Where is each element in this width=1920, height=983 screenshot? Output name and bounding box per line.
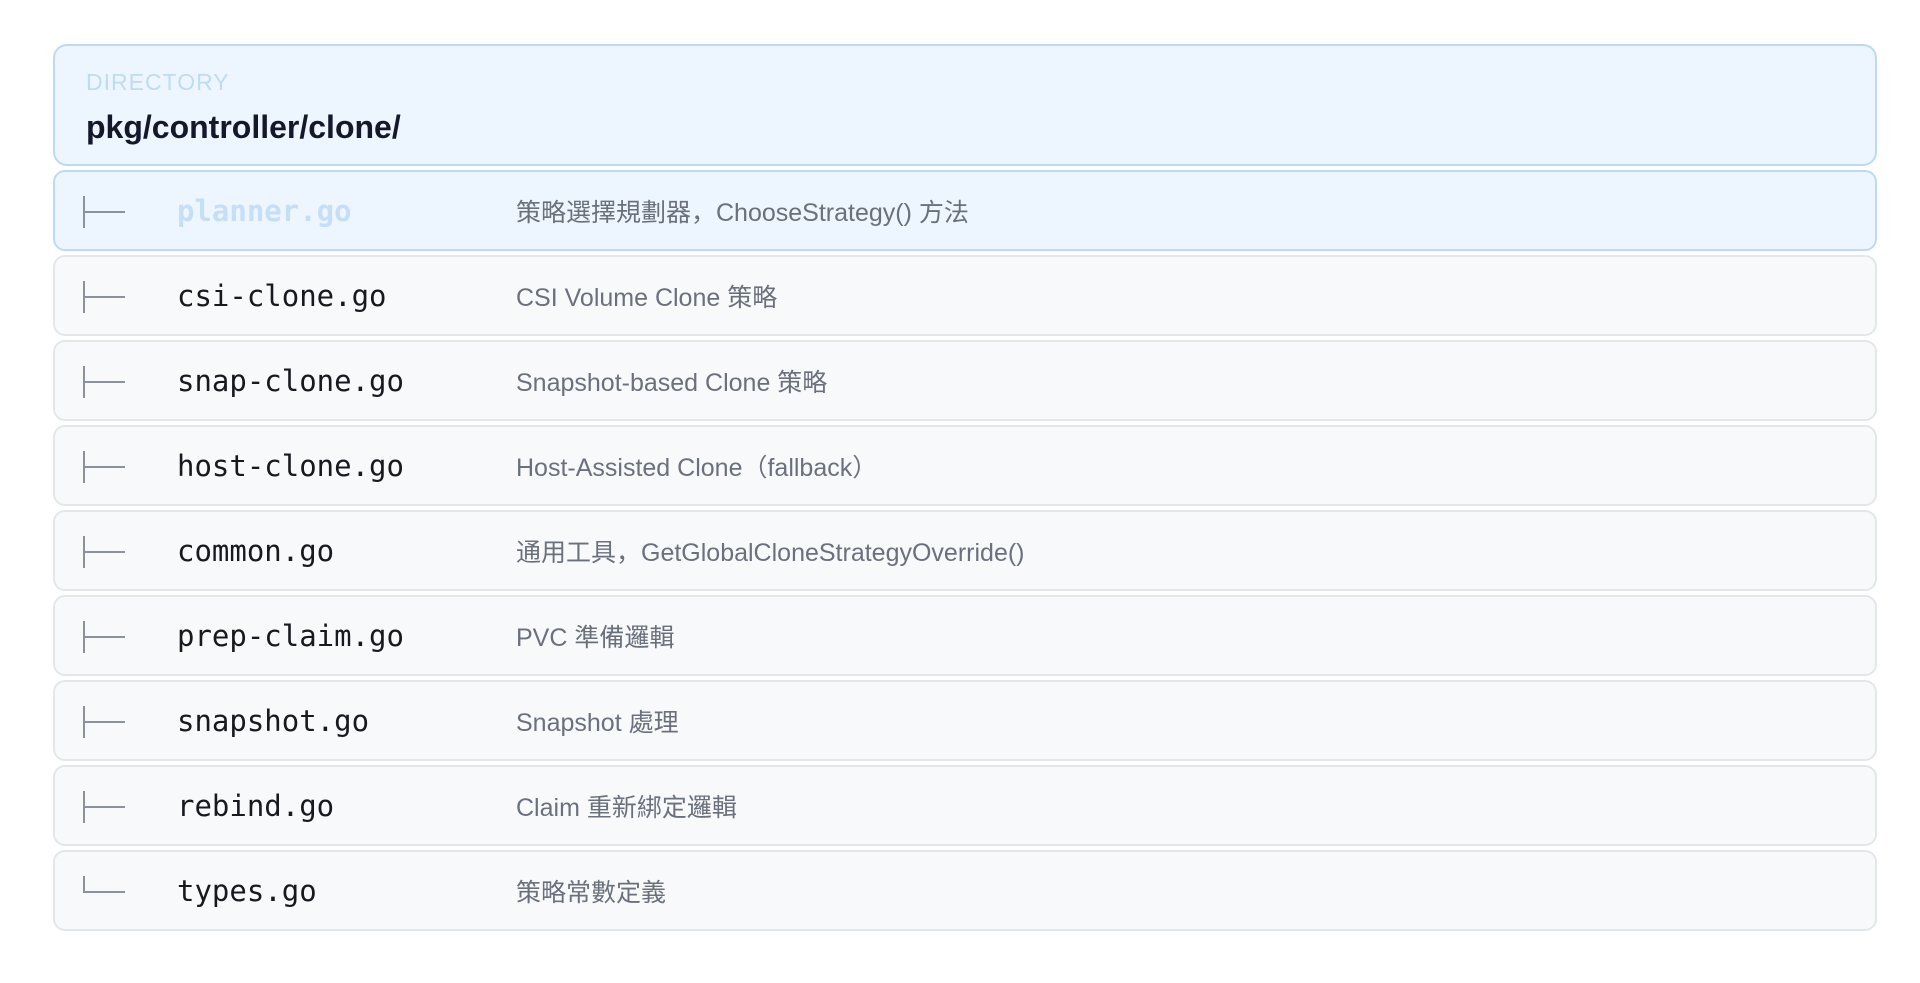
- tree-branch-icon: [83, 366, 125, 398]
- file-tree-panel: DIRECTORY pkg/controller/clone/ planner.…: [53, 44, 1877, 935]
- file-row-prep-claim[interactable]: prep-claim.go PVC 準備邏輯: [53, 595, 1877, 676]
- file-name: snap-clone.go: [177, 363, 404, 398]
- file-name: snapshot.go: [177, 703, 370, 738]
- file-row-planner[interactable]: planner.go 策略選擇規劃器，ChooseStrategy() 方法: [53, 170, 1877, 251]
- file-row-common[interactable]: common.go 通用工具，GetGlobalCloneStrategyOve…: [53, 510, 1877, 591]
- file-list: planner.go 策略選擇規劃器，ChooseStrategy() 方法 c…: [53, 170, 1877, 931]
- file-row-host-clone[interactable]: host-clone.go Host-Assisted Clone（fallba…: [53, 425, 1877, 506]
- directory-label: DIRECTORY: [86, 69, 230, 95]
- tree-branch-icon: [83, 706, 125, 738]
- directory-path: pkg/controller/clone/: [86, 109, 401, 145]
- file-name: host-clone.go: [177, 448, 404, 483]
- file-name: types.go: [177, 873, 317, 908]
- file-description: PVC 準備邏輯: [516, 623, 675, 652]
- file-description: 策略選擇規劃器，ChooseStrategy() 方法: [516, 198, 969, 227]
- tree-branch-icon: [83, 451, 125, 483]
- tree-branch-icon: [83, 536, 125, 568]
- file-row-types[interactable]: types.go 策略常數定義: [53, 850, 1877, 931]
- file-name: rebind.go: [177, 788, 335, 823]
- file-name: planner.go: [177, 193, 352, 228]
- file-description: CSI Volume Clone 策略: [516, 283, 778, 312]
- file-description: Snapshot 處理: [516, 708, 679, 737]
- directory-header: DIRECTORY pkg/controller/clone/: [53, 44, 1877, 166]
- file-row-snapshot[interactable]: snapshot.go Snapshot 處理: [53, 680, 1877, 761]
- file-name: csi-clone.go: [177, 278, 387, 313]
- file-description: 通用工具，GetGlobalCloneStrategyOverride(): [516, 538, 1025, 567]
- file-description: Snapshot-based Clone 策略: [516, 368, 828, 397]
- tree-branch-icon: [83, 281, 125, 313]
- file-row-rebind[interactable]: rebind.go Claim 重新綁定邏輯: [53, 765, 1877, 846]
- file-name: common.go: [177, 533, 335, 568]
- file-name: prep-claim.go: [177, 618, 404, 653]
- file-description: Host-Assisted Clone（fallback）: [516, 453, 878, 482]
- tree-branch-end-icon: [83, 876, 125, 908]
- tree-branch-icon: [83, 621, 125, 653]
- file-description: 策略常數定義: [516, 878, 667, 907]
- file-row-snap-clone[interactable]: snap-clone.go Snapshot-based Clone 策略: [53, 340, 1877, 421]
- tree-branch-icon: [83, 791, 125, 823]
- file-description: Claim 重新綁定邏輯: [516, 793, 737, 822]
- file-row-csi-clone[interactable]: csi-clone.go CSI Volume Clone 策略: [53, 255, 1877, 336]
- tree-branch-icon: [83, 196, 125, 228]
